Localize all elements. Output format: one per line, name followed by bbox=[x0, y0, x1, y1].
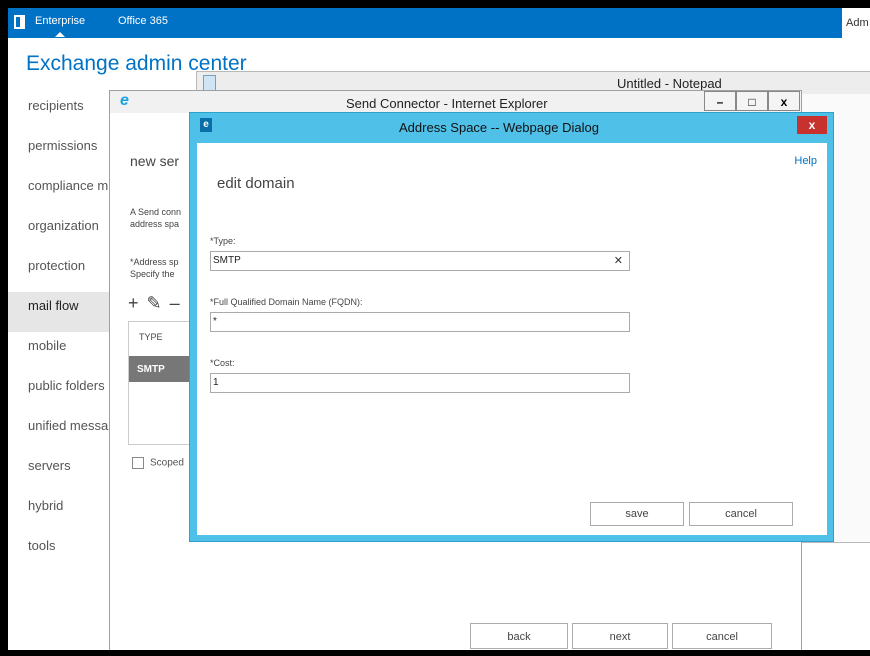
nav-item-organization[interactable]: organization bbox=[8, 212, 118, 252]
left-nav: recipients permissions compliance m orga… bbox=[8, 92, 118, 572]
ie-window-title: Send Connector - Internet Explorer bbox=[346, 96, 548, 111]
type-field-value: SMTP bbox=[213, 255, 241, 266]
address-space-dialog[interactable]: e Address Space -- Webpage Dialog x Help… bbox=[189, 112, 834, 542]
dialog-title: Address Space -- Webpage Dialog bbox=[399, 120, 599, 135]
nav-item-hybrid[interactable]: hybrid bbox=[8, 492, 118, 532]
cancel-button[interactable]: cancel bbox=[672, 623, 772, 649]
dialog-title-bar[interactable]: e Address Space -- Webpage Dialog x bbox=[190, 113, 833, 141]
maximize-button[interactable]: □ bbox=[736, 91, 768, 111]
type-label: *Type: bbox=[210, 236, 236, 246]
save-button[interactable]: save bbox=[590, 502, 684, 526]
top-bar: Enterprise Office 365 Adm bbox=[8, 8, 870, 38]
dialog-body: Help edit domain *Type: SMTP ✕ *Full Qua… bbox=[197, 143, 827, 535]
cost-field[interactable]: 1 bbox=[210, 373, 630, 393]
close-button[interactable]: x bbox=[768, 91, 800, 111]
ie-title-bar[interactable]: e Send Connector - Internet Explorer – □… bbox=[110, 91, 801, 113]
fqdn-field[interactable]: * bbox=[210, 312, 630, 332]
admin-menu[interactable]: Adm bbox=[842, 8, 870, 38]
notepad-title: Untitled - Notepad bbox=[617, 76, 722, 91]
checkbox-box[interactable] bbox=[132, 457, 144, 469]
wizard-heading: new ser bbox=[130, 153, 180, 169]
nav-item-compliance[interactable]: compliance m bbox=[8, 172, 118, 212]
remove-icon[interactable]: – bbox=[170, 293, 180, 313]
nav-item-servers[interactable]: servers bbox=[8, 452, 118, 492]
scoped-label: Scoped bbox=[150, 457, 184, 469]
dialog-close-button[interactable]: x bbox=[797, 116, 827, 134]
cost-label: *Cost: bbox=[210, 358, 235, 368]
internet-explorer-icon: e bbox=[120, 92, 129, 109]
dialog-cancel-button[interactable]: cancel bbox=[689, 502, 793, 526]
tab-enterprise[interactable]: Enterprise bbox=[35, 15, 85, 37]
type-field[interactable]: SMTP ✕ bbox=[210, 251, 630, 271]
nav-item-mobile[interactable]: mobile bbox=[8, 332, 118, 372]
back-button[interactable]: back bbox=[470, 623, 568, 649]
office-logo-icon[interactable] bbox=[14, 15, 25, 29]
add-icon[interactable]: + bbox=[128, 293, 139, 313]
nav-item-recipients[interactable]: recipients bbox=[8, 92, 118, 132]
help-link[interactable]: Help bbox=[794, 155, 817, 167]
nav-item-mail-flow[interactable]: mail flow bbox=[8, 292, 118, 332]
notepad-icon bbox=[203, 75, 216, 91]
webpage-dialog-icon: e bbox=[200, 118, 212, 132]
nav-item-tools[interactable]: tools bbox=[8, 532, 118, 572]
address-space-toolbar: + ✎ – bbox=[128, 293, 188, 314]
nav-item-protection[interactable]: protection bbox=[8, 252, 118, 292]
clear-icon[interactable]: ✕ bbox=[614, 252, 623, 270]
edit-icon[interactable]: ✎ bbox=[147, 293, 162, 313]
minimize-button[interactable]: – bbox=[704, 91, 736, 111]
dialog-heading: edit domain bbox=[217, 175, 295, 192]
scoped-checkbox[interactable]: Scoped bbox=[132, 457, 184, 469]
next-button[interactable]: next bbox=[572, 623, 668, 649]
fqdn-label: *Full Qualified Domain Name (FQDN): bbox=[210, 297, 363, 307]
nav-item-public-folders[interactable]: public folders bbox=[8, 372, 118, 412]
nav-item-unified-messaging[interactable]: unified messa bbox=[8, 412, 118, 452]
screen: Enterprise Office 365 Adm Exchange admin… bbox=[8, 8, 870, 650]
nav-item-permissions[interactable]: permissions bbox=[8, 132, 118, 172]
tab-office-365[interactable]: Office 365 bbox=[118, 15, 168, 27]
